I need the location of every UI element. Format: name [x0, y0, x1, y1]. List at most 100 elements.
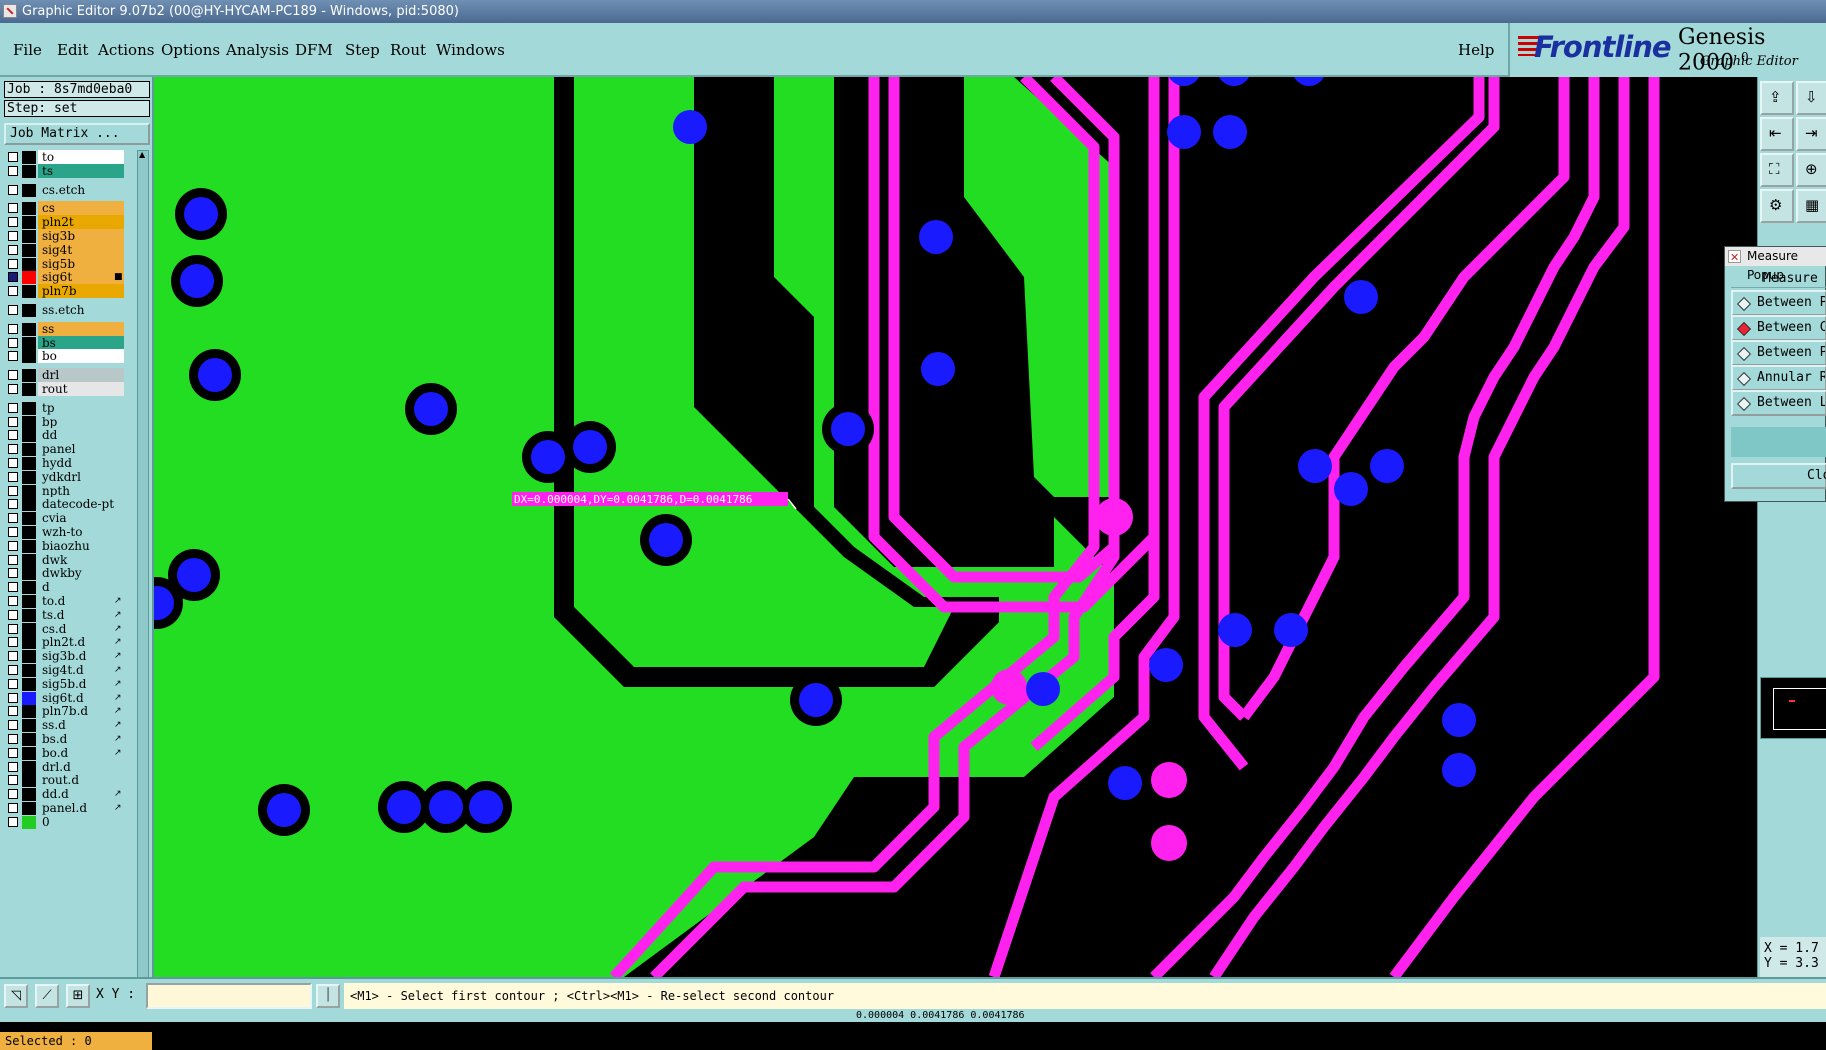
layer-name[interactable]: pln2t.d: [38, 635, 124, 650]
layer-color-swatch[interactable]: [22, 595, 36, 608]
layer-color-swatch[interactable]: [22, 470, 36, 484]
layer-name[interactable]: drl: [38, 368, 124, 383]
layer-color-swatch[interactable]: [22, 429, 36, 443]
layer-color-swatch[interactable]: [22, 304, 36, 317]
layer-name[interactable]: pln7b: [38, 284, 124, 299]
layer-color-swatch[interactable]: [22, 691, 36, 705]
layer-name[interactable]: sig4t: [38, 242, 124, 257]
menu-options[interactable]: Options: [161, 41, 220, 59]
layer-name[interactable]: 0: [38, 814, 124, 829]
zoom-fit-icon[interactable]: ⛶: [1760, 153, 1794, 187]
radio-diamond-icon[interactable]: [1736, 296, 1752, 312]
layer-checkbox[interactable]: [8, 305, 18, 315]
layer-color-swatch[interactable]: [22, 350, 36, 364]
layer-row[interactable]: biaozhu: [4, 538, 134, 554]
layer-row[interactable]: dwk: [4, 552, 134, 568]
radio-diamond-icon[interactable]: [1736, 346, 1752, 362]
layer-row[interactable]: pln7b.d ↗: [4, 704, 134, 719]
layer-color-swatch[interactable]: [22, 815, 36, 829]
menu-rout[interactable]: Rout: [390, 41, 426, 59]
layer-checkbox[interactable]: [8, 384, 18, 394]
layer-color-swatch[interactable]: [22, 484, 36, 498]
layer-row[interactable]: pln2t: [4, 215, 134, 230]
menu-windows[interactable]: Windows: [436, 41, 505, 59]
layer-checkbox[interactable]: [8, 416, 18, 427]
layer-row[interactable]: bs: [4, 335, 134, 351]
layer-checkbox[interactable]: [8, 471, 18, 482]
layer-color-swatch[interactable]: [22, 322, 36, 336]
layer-color-swatch[interactable]: [22, 271, 36, 285]
layer-name[interactable]: sig4t.d: [38, 663, 124, 677]
measure-option[interactable]: Annular Ring: [1731, 365, 1826, 391]
layer-row[interactable]: dd: [4, 428, 134, 443]
layer-name[interactable]: ts: [38, 163, 124, 178]
layer-name[interactable]: to: [38, 150, 124, 164]
layer-color-swatch[interactable]: [22, 369, 36, 383]
layer-checkbox[interactable]: [8, 370, 18, 381]
layer-checkbox[interactable]: [8, 152, 18, 162]
layer-checkbox[interactable]: [8, 747, 18, 758]
layer-checkbox[interactable]: [8, 540, 18, 551]
layer-name[interactable]: pln7b.d: [38, 704, 124, 719]
grid-icon[interactable]: ▦: [1796, 189, 1826, 223]
layer-color-swatch[interactable]: [22, 216, 36, 230]
layer-name[interactable]: drl.d: [38, 759, 124, 774]
layer-name[interactable]: hydd: [38, 456, 124, 470]
layer-color-swatch[interactable]: [22, 802, 36, 815]
layer-color-swatch[interactable]: [22, 336, 36, 350]
layer-row[interactable]: ss.d ↗: [4, 718, 134, 733]
layer-row[interactable]: sig3b.d ↗: [4, 649, 134, 664]
layer-checkbox[interactable]: [8, 803, 18, 813]
graphic-canvas[interactable]: DX=0.000004,DY=0.0041786,D=0.0041786: [154, 77, 1757, 977]
layer-row[interactable]: cvia: [4, 511, 134, 526]
layer-name[interactable]: dwkby: [38, 566, 124, 581]
layer-checkbox[interactable]: [8, 706, 18, 717]
close-icon[interactable]: [1728, 248, 1741, 267]
layer-color-swatch[interactable]: [22, 151, 36, 164]
menu-actions[interactable]: Actions: [98, 41, 154, 59]
layer-name[interactable]: bp: [38, 414, 124, 429]
layer-row[interactable]: dd.d ↗: [4, 787, 134, 802]
layer-row[interactable]: panel.d ↗: [4, 801, 134, 816]
layer-name[interactable]: dd: [38, 428, 124, 443]
layer-checkbox[interactable]: [8, 665, 18, 675]
layer-checkbox[interactable]: [8, 323, 18, 334]
layer-checkbox[interactable]: [8, 720, 18, 731]
layer-row[interactable]: drl: [4, 368, 134, 383]
overview-minimap[interactable]: [1760, 677, 1826, 739]
layer-color-swatch[interactable]: [22, 553, 36, 567]
layer-checkbox[interactable]: [8, 217, 18, 228]
layer-name[interactable]: rout.d: [38, 773, 124, 788]
layer-checkbox[interactable]: [8, 651, 18, 662]
layer-color-swatch[interactable]: [22, 719, 36, 733]
radio-diamond-icon[interactable]: [1736, 321, 1752, 337]
layer-name[interactable]: panel.d: [38, 801, 124, 815]
menu-edit[interactable]: Edit: [57, 41, 88, 59]
layer-color-swatch[interactable]: [22, 202, 36, 216]
layer-name[interactable]: to.d: [38, 594, 124, 608]
layer-checkbox[interactable]: [8, 527, 18, 537]
layer-name[interactable]: cs: [38, 201, 124, 216]
layer-color-swatch[interactable]: [22, 650, 36, 664]
layer-row[interactable]: ts.d ↗: [4, 607, 134, 623]
layer-color-swatch[interactable]: [22, 608, 36, 622]
layer-name[interactable]: biaozhu: [38, 538, 124, 553]
layer-checkbox[interactable]: [8, 203, 18, 214]
layer-name[interactable]: bs.d: [38, 732, 124, 746]
layer-name[interactable]: dwk: [38, 552, 124, 567]
layer-row[interactable]: to.d ↗: [4, 594, 134, 609]
menu-analysis[interactable]: Analysis: [226, 41, 289, 59]
layer-checkbox[interactable]: [8, 623, 18, 634]
layer-checkbox[interactable]: [8, 513, 18, 524]
layer-row[interactable]: ss: [4, 321, 134, 337]
pan-left-icon[interactable]: ⇤: [1760, 117, 1794, 151]
layer-row[interactable]: 0: [4, 814, 134, 830]
layer-row[interactable]: d: [4, 580, 134, 595]
layer-name[interactable]: sig3b: [38, 229, 124, 243]
layer-row[interactable]: bs.d ↗: [4, 732, 134, 747]
layer-checkbox[interactable]: [8, 402, 18, 413]
layer-color-swatch[interactable]: [22, 401, 36, 415]
layer-row[interactable]: cs.d ↗: [4, 621, 134, 637]
layer-color-swatch[interactable]: [22, 526, 36, 539]
layer-name[interactable]: sig6t: [38, 270, 124, 285]
